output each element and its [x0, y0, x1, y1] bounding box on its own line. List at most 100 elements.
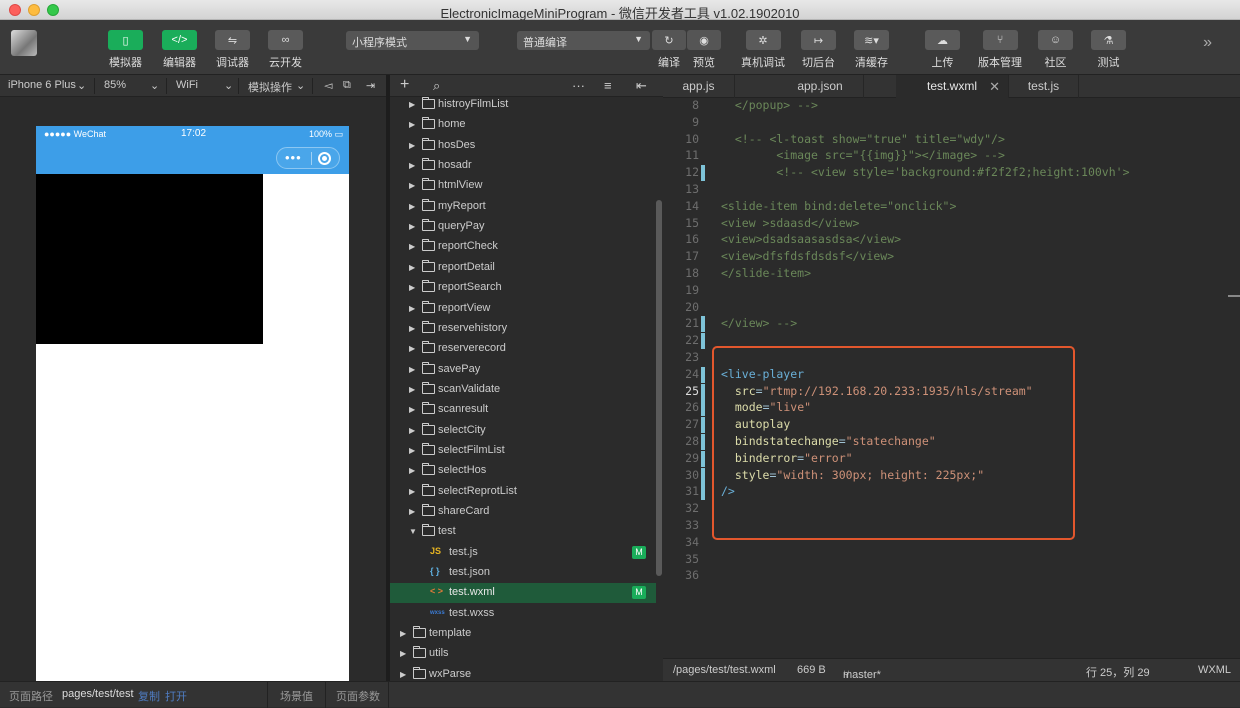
simulator-button[interactable]: ▯ 模拟器 [108, 30, 143, 70]
chevron-right-icon[interactable]: ▶ [409, 100, 415, 109]
editor-button[interactable]: </> 编辑器 [162, 30, 197, 70]
tree-item[interactable]: ▶ myReport [390, 197, 656, 217]
tree-item[interactable]: ▶ queryPay [390, 217, 656, 237]
chevron-right-icon[interactable]: ▶ [409, 161, 415, 170]
tree-item[interactable]: { } test.json [390, 563, 656, 583]
tree-item[interactable]: wxss test.wxss [390, 604, 656, 624]
upload-button[interactable]: ☁ 上传 [925, 30, 960, 70]
chevron-right-icon[interactable]: ▶ [409, 446, 415, 455]
code-line[interactable]: <image src="{{img}}"></image> --> [721, 148, 1005, 162]
chevron-down-icon[interactable]: ▼ [409, 527, 417, 536]
chevron-down-icon[interactable]: ⌄ [150, 79, 159, 92]
detach-icon[interactable]: ⇥ [366, 79, 375, 92]
tree-item[interactable]: ▶ reservehistory [390, 319, 656, 339]
remote-debug-button[interactable]: ✲ 真机调试 [741, 30, 785, 70]
tree-item[interactable]: ▶ histroyFilmList [390, 97, 656, 115]
chevron-right-icon[interactable]: ▶ [409, 426, 415, 435]
test-button[interactable]: ⚗ 测试 [1091, 30, 1126, 70]
tree-item[interactable]: JS test.js M [390, 543, 656, 563]
chevron-right-icon[interactable]: ▶ [409, 365, 415, 374]
compile-select[interactable]: 普通编译 ▼ [517, 31, 650, 50]
code-line[interactable]: </view> --> [721, 316, 797, 330]
compile-button[interactable]: ↻ 编译 [652, 30, 686, 70]
zoom-select[interactable]: 85% [104, 79, 126, 91]
more-icon[interactable]: ··· [572, 78, 585, 93]
language-mode[interactable]: WXML [1198, 664, 1231, 676]
tab-test-js[interactable]: test.js [1009, 75, 1079, 98]
tree-item[interactable]: ▶ selectHos [390, 461, 656, 481]
chevron-down-icon[interactable]: ⌄ [224, 79, 233, 92]
chevron-right-icon[interactable]: ▶ [409, 324, 415, 333]
tree-item[interactable]: ▶ wxParse [390, 665, 656, 681]
chevron-right-icon[interactable]: ▶ [409, 466, 415, 475]
tree-item[interactable]: ▶ selectReprotList [390, 482, 656, 502]
chevron-right-icon[interactable]: ▶ [409, 120, 415, 129]
chevron-right-icon[interactable]: ▶ [409, 487, 415, 496]
tree-scrollbar[interactable] [656, 200, 662, 576]
collapse-icon[interactable]: ≡ [604, 78, 612, 93]
cursor-position[interactable]: 行 25，列 29 [1086, 664, 1150, 680]
chevron-right-icon[interactable]: ▶ [409, 222, 415, 231]
page-params-button[interactable]: 页面参数 [336, 688, 380, 704]
sim-ops-select[interactable]: 模拟操作 [248, 79, 292, 95]
community-button[interactable]: ☺ 社区 [1038, 30, 1073, 70]
tree-item[interactable]: ▶ shareCard [390, 502, 656, 522]
chevron-right-icon[interactable]: ▶ [409, 344, 415, 353]
chevron-right-icon[interactable]: ▶ [409, 385, 415, 394]
chevron-down-icon[interactable]: ⌄ [77, 79, 86, 92]
chevron-right-icon[interactable]: ▶ [409, 304, 415, 313]
code-line[interactable]: <view >sdaasd</view> [721, 216, 859, 230]
code-line[interactable]: </slide-item> [721, 266, 811, 280]
tab-app-js[interactable]: app.js [663, 75, 735, 98]
chevron-right-icon[interactable]: ▶ [400, 670, 406, 679]
tree-item[interactable]: ▶ home [390, 115, 656, 135]
avatar[interactable] [11, 30, 37, 56]
chevron-right-icon[interactable]: ▶ [409, 263, 415, 272]
tree-item[interactable]: ▶ template [390, 624, 656, 644]
version-button[interactable]: ⑂ 版本管理 [978, 30, 1022, 70]
tree-item[interactable]: ▶ scanresult [390, 400, 656, 420]
code-line[interactable]: <!-- <view style='background:#f2f2f2;hei… [721, 165, 1129, 179]
capsule-menu[interactable]: ••• [276, 147, 340, 169]
chevron-right-icon[interactable]: » [1203, 34, 1212, 52]
scene-value-button[interactable]: 场景值 [280, 688, 313, 704]
chevron-right-icon[interactable]: ▶ [409, 242, 415, 251]
mode-select[interactable]: 小程序模式 ▼ [346, 31, 479, 50]
tree-item[interactable]: < > test.wxml M [390, 583, 656, 604]
chevron-right-icon[interactable]: ▶ [409, 283, 415, 292]
chevron-right-icon[interactable]: ▶ [409, 181, 415, 190]
tree-item[interactable]: ▼ test [390, 522, 656, 542]
tab-app-json[interactable]: app.json [777, 75, 864, 98]
chevron-right-icon[interactable]: ▶ [400, 649, 406, 658]
background-button[interactable]: ↦ 切后台 [801, 30, 836, 70]
debugger-button[interactable]: ⇋ 调试器 [215, 30, 250, 70]
chevron-right-icon[interactable]: ▶ [400, 629, 406, 638]
tree-item[interactable]: ▶ utils [390, 644, 656, 664]
network-select[interactable]: WiFi [176, 79, 198, 91]
chevron-right-icon[interactable]: ▶ [409, 202, 415, 211]
search-icon[interactable]: ⌕ [433, 78, 440, 94]
tree-item[interactable]: ▶ htmlView [390, 176, 656, 196]
cloud-dev-button[interactable]: ∞ 云开发 [268, 30, 303, 70]
chevron-down-icon[interactable]: ⌄ [296, 79, 305, 92]
tree-item[interactable]: ▶ reportSearch [390, 278, 656, 298]
tree-item[interactable]: ▶ selectFilmList [390, 441, 656, 461]
device-select[interactable]: iPhone 6 Plus [8, 79, 76, 91]
close-target-icon[interactable] [318, 152, 331, 165]
tree-item[interactable]: ▶ selectCity [390, 421, 656, 441]
close-icon[interactable]: ✕ [989, 75, 1000, 98]
volume-icon[interactable]: ◅ [324, 79, 332, 92]
code-line[interactable]: <slide-item bind:delete="onclick"> [721, 199, 956, 213]
open-link[interactable]: 打开 [165, 688, 187, 704]
tree-item[interactable]: ▶ reportCheck [390, 237, 656, 257]
chevron-right-icon[interactable]: ▶ [409, 507, 415, 516]
split-icon[interactable]: ⇤ [636, 78, 647, 94]
more-dots-icon[interactable]: ••• [285, 150, 302, 165]
clear-cache-button[interactable]: ≋▾ 清缓存 [854, 30, 889, 70]
code-line[interactable]: <view>dsadsaasasdsa</view> [721, 232, 901, 246]
rotate-icon[interactable]: ⧉ [343, 79, 351, 92]
add-icon[interactable]: + [400, 76, 409, 94]
chevron-right-icon[interactable]: ▶ [409, 141, 415, 150]
tree-item[interactable]: ▶ reportView [390, 299, 656, 319]
tab-test-wxml[interactable]: test.wxml ✕ [896, 75, 1009, 98]
